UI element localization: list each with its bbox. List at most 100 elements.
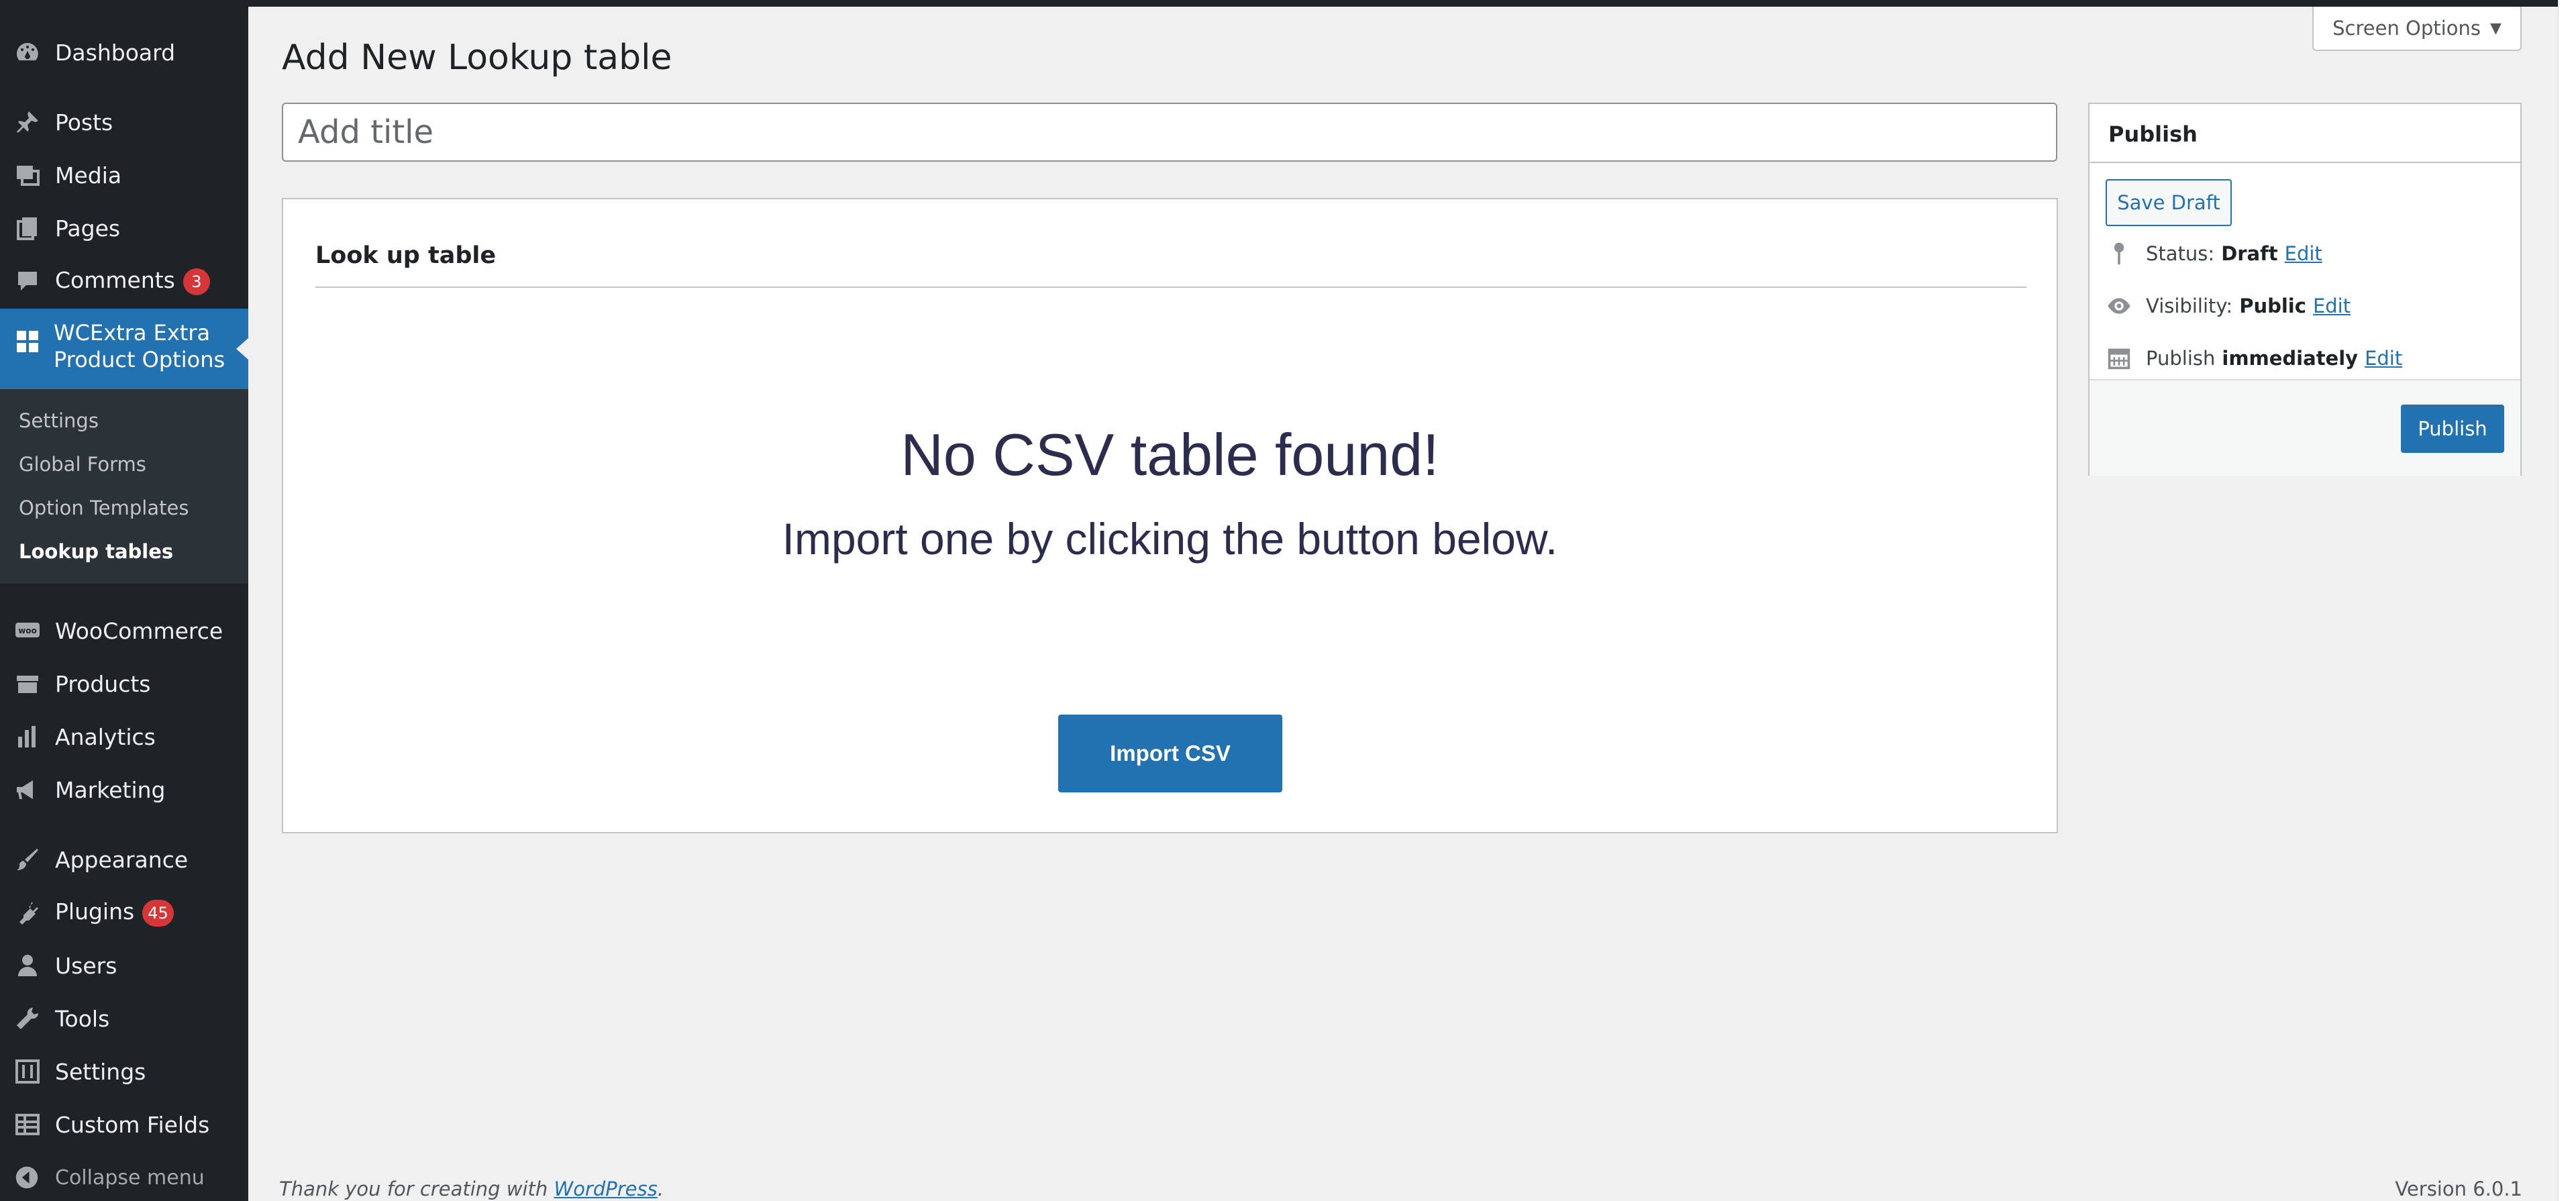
empty-state-heading: No CSV table found! <box>900 421 1439 488</box>
brush-icon <box>12 844 43 875</box>
menu-label: Products <box>55 670 151 697</box>
collapse-menu-label: Collapse menu <box>55 1165 205 1190</box>
empty-state-subtext: Import one by clicking the button below. <box>782 514 1558 564</box>
visibility-label: Visibility: <box>2146 295 2233 317</box>
edit-status-link[interactable]: Edit <box>2285 242 2322 265</box>
menu-label-wrap: Plugins 45 <box>55 898 174 927</box>
plugins-count-badge: 45 <box>142 899 174 927</box>
wordpress-link[interactable]: WordPress <box>554 1178 658 1200</box>
menu-label: Tools <box>55 1005 110 1032</box>
menu-item-marketing[interactable]: Marketing <box>0 766 248 814</box>
wrench-icon <box>12 1003 43 1034</box>
megaphone-icon <box>12 774 43 805</box>
import-csv-button[interactable]: Import CSV <box>1058 715 1282 792</box>
archive-icon <box>12 668 43 699</box>
menu-item-appearance[interactable]: Appearance <box>0 835 248 884</box>
screen-options-button[interactable]: Screen Options ▼ <box>2312 7 2522 51</box>
menu-item-posts[interactable]: Posts <box>0 98 248 146</box>
publish-title: Publish <box>2108 121 2198 147</box>
user-icon <box>12 950 43 981</box>
menu-label: Posts <box>55 109 113 136</box>
status-row: Status: Draft Edit <box>2106 237 2322 270</box>
menu-item-plugins[interactable]: Plugins 45 <box>0 888 248 937</box>
publish-time-label: Publish <box>2146 347 2216 370</box>
lookup-table-metabox: Look up table No CSV table found! Import… <box>282 198 2058 833</box>
collapse-menu-button[interactable]: Collapse menu <box>0 1161 248 1194</box>
visibility-value: Public <box>2239 295 2306 317</box>
menu-item-settings[interactable]: Settings <box>0 1047 248 1096</box>
menu-item-pages[interactable]: Pages <box>0 204 248 252</box>
menu-item-wcextra[interactable]: WCExtra Extra Product Options <box>0 309 248 389</box>
footer-thanks-suffix: . <box>657 1178 664 1200</box>
menu-label: Pages <box>55 215 121 242</box>
menu-item-tools[interactable]: Tools <box>0 994 248 1043</box>
menu-label-wrap: Comments 3 <box>55 267 210 295</box>
visibility-row: Visibility: Public Edit <box>2106 289 2351 323</box>
publish-time-row: Publish immediately Edit <box>2106 342 2402 375</box>
menu-label: Custom Fields <box>55 1111 210 1138</box>
metabox-title: Look up table <box>315 242 497 269</box>
pin-icon <box>2106 240 2132 267</box>
submenu: Settings Global Forms Option Templates L… <box>0 389 248 584</box>
sliders-icon <box>12 1056 43 1087</box>
svg-text:woo: woo <box>18 626 37 635</box>
page-title: Add New Lookup table <box>282 38 672 78</box>
table-icon <box>12 1109 43 1140</box>
edit-visibility-link[interactable]: Edit <box>2313 295 2351 317</box>
menu-item-custom-fields[interactable]: Custom Fields <box>0 1100 248 1149</box>
submenu-item-option-templates[interactable]: Option Templates <box>19 497 189 519</box>
caret-down-icon: ▼ <box>2489 19 2502 37</box>
menu-item-analytics[interactable]: Analytics <box>0 713 248 761</box>
publish-button[interactable]: Publish <box>2401 405 2504 453</box>
publish-metabox: Publish Save Draft Status: Draft Edit Vi… <box>2088 103 2522 476</box>
footer-credit: Thank you for creating with WordPress. <box>279 1178 664 1200</box>
submenu-item-lookup-tables[interactable]: Lookup tables <box>19 540 173 563</box>
menu-label: Media <box>55 162 122 189</box>
plugin-icon <box>12 897 43 928</box>
grid-icon <box>12 326 43 357</box>
footer-thanks-text: Thank you for creating with <box>279 1178 554 1200</box>
menu-label: Analytics <box>55 723 156 750</box>
page-scrollbar[interactable] <box>2558 0 2576 1201</box>
calendar-icon <box>2106 345 2132 372</box>
menu-item-dashboard[interactable]: Dashboard <box>0 28 248 76</box>
post-title-input[interactable] <box>282 103 2057 162</box>
menu-item-media[interactable]: Media <box>0 151 248 199</box>
chart-icon <box>12 721 43 752</box>
comment-icon <box>12 266 43 297</box>
menu-label: Marketing <box>55 776 166 803</box>
status-label: Status: <box>2146 242 2215 265</box>
menu-label: Users <box>55 952 117 979</box>
comments-count-badge: 3 <box>183 268 210 295</box>
edit-publish-time-link[interactable]: Edit <box>2365 347 2402 370</box>
media-icon <box>12 160 43 191</box>
pin-icon <box>12 107 43 138</box>
publish-actions: Publish <box>2090 379 2520 476</box>
divider <box>315 286 2026 288</box>
menu-item-products[interactable]: Products <box>0 660 248 708</box>
menu-label: WooCommerce <box>55 617 223 644</box>
submenu-item-global-forms[interactable]: Global Forms <box>19 453 146 476</box>
screen-options-label: Screen Options <box>2332 17 2481 40</box>
pages-icon <box>12 213 43 244</box>
version-text: Version 6.0.1 <box>2395 1178 2522 1200</box>
publish-header: Publish <box>2090 104 2520 163</box>
collapse-icon <box>13 1164 40 1191</box>
dashboard-icon <box>12 37 43 68</box>
publish-time-value: immediately <box>2222 347 2359 370</box>
menu-item-comments[interactable]: Comments 3 <box>0 257 248 305</box>
menu-item-users[interactable]: Users <box>0 941 248 990</box>
menu-label: Dashboard <box>55 39 176 66</box>
menu-item-woocommerce[interactable]: woo WooCommerce <box>0 607 248 655</box>
submenu-item-settings[interactable]: Settings <box>19 409 99 432</box>
menu-label: Comments <box>55 267 175 294</box>
admin-bar <box>0 0 2576 7</box>
menu-label: WCExtra Extra Product Options <box>54 320 225 372</box>
active-menu-arrow <box>236 338 248 360</box>
menu-label: Appearance <box>55 846 189 873</box>
menu-label: Settings <box>55 1058 146 1085</box>
eye-icon <box>2106 293 2132 319</box>
admin-sidebar: Dashboard Posts Media Pages Comments 3 WC… <box>0 0 248 1201</box>
woo-icon: woo <box>12 615 43 646</box>
save-draft-button[interactable]: Save Draft <box>2106 179 2232 226</box>
